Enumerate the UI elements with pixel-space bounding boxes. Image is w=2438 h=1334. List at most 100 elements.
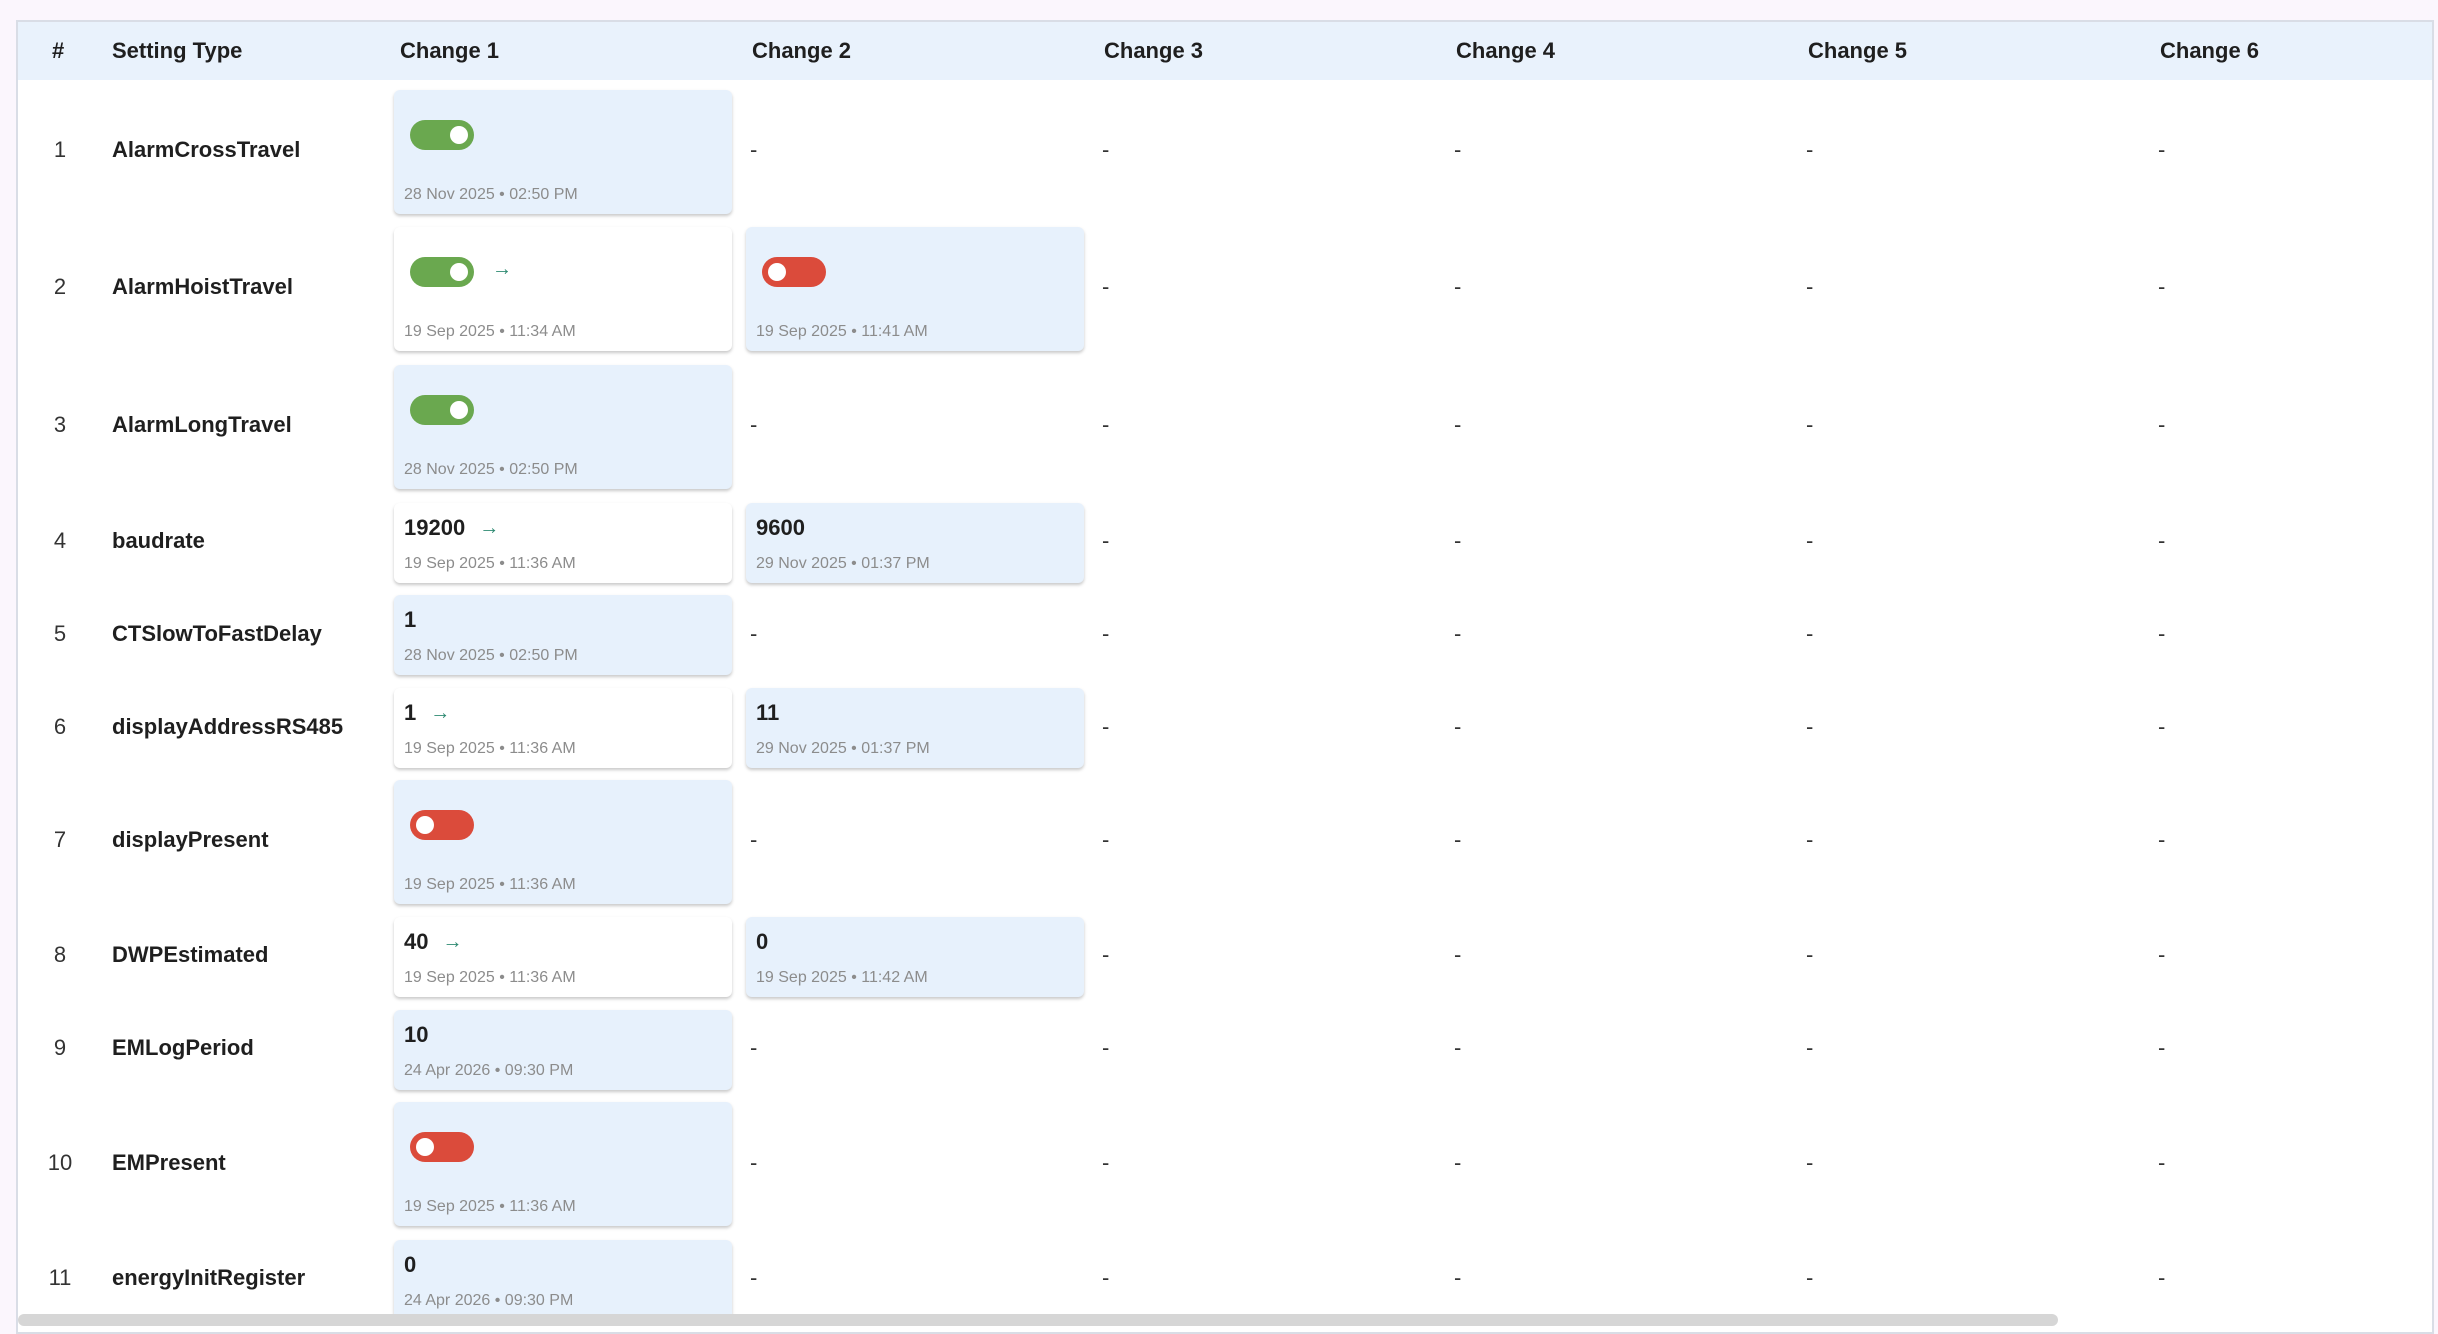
empty-cell: - <box>1454 1150 1462 1175</box>
empty-cell: - <box>1806 621 1814 646</box>
empty-cell: - <box>750 1150 758 1175</box>
header-change-3: Change 3 <box>1104 38 1204 63</box>
empty-cell: - <box>750 621 758 646</box>
empty-cell: - <box>1454 621 1462 646</box>
header-number: # <box>52 38 65 63</box>
toggle-knob <box>450 401 468 419</box>
empty-cell: - <box>1806 1265 1814 1290</box>
change-2-card[interactable]: 19 Sep 2025 • 11:41 AM <box>746 227 1084 351</box>
empty-cell: - <box>1806 137 1814 162</box>
change-timestamp: 28 Nov 2025 • 02:50 PM <box>404 461 578 478</box>
change-2-card[interactable]: 11 29 Nov 2025 • 01:37 PM <box>746 688 1084 768</box>
change-value: 0 <box>756 929 768 955</box>
change-2-card[interactable]: 0 19 Sep 2025 • 11:42 AM <box>746 917 1084 997</box>
change-1-card[interactable]: 28 Nov 2025 • 02:50 PM <box>394 365 732 489</box>
toggle-knob <box>416 816 434 834</box>
change-1-card[interactable]: 19 Sep 2025 • 11:36 AM <box>394 780 732 904</box>
header-change-1: Change 1 <box>400 38 500 63</box>
arrow-right-icon: → <box>442 930 463 953</box>
change-value: 19200 → <box>404 515 499 541</box>
row-number: 1 <box>53 137 67 162</box>
empty-cell: - <box>1806 827 1814 852</box>
change-timestamp: 19 Sep 2025 • 11:42 AM <box>756 969 928 986</box>
row-number: 9 <box>53 1035 67 1060</box>
row-number: 5 <box>53 621 67 646</box>
toggle-knob <box>450 126 468 144</box>
empty-cell: - <box>1102 137 1110 162</box>
setting-type: CTSlowToFastDelay <box>112 621 322 646</box>
change-1-card[interactable]: 19200 → 19 Sep 2025 • 11:36 AM <box>394 503 732 583</box>
change-timestamp: 19 Sep 2025 • 11:36 AM <box>404 740 576 757</box>
setting-type: EMLogPeriod <box>112 1035 254 1060</box>
empty-cell: - <box>2158 528 2166 553</box>
toggle-knob <box>450 263 468 281</box>
empty-cell: - <box>1806 274 1814 299</box>
change-1-card[interactable]: 10 24 Apr 2026 • 09:30 PM <box>394 1010 732 1090</box>
empty-cell: - <box>2158 1035 2166 1060</box>
row-number: 8 <box>53 942 67 967</box>
settings-change-table: # Setting Type Change 1 Change 2 Change … <box>16 20 2434 1334</box>
change-value-text: 40 <box>404 929 429 954</box>
change-timestamp: 19 Sep 2025 • 11:36 AM <box>404 876 576 893</box>
change-value: 1 → <box>404 700 450 726</box>
empty-cell: - <box>1806 412 1814 437</box>
empty-cell: - <box>1454 274 1462 299</box>
row-number: 4 <box>53 528 67 553</box>
change-value-text: 1 <box>404 700 417 725</box>
change-1-card[interactable]: 28 Nov 2025 • 02:50 PM <box>394 90 732 214</box>
setting-type: baudrate <box>112 528 205 553</box>
change-1-card[interactable]: → 19 Sep 2025 • 11:34 AM <box>394 227 732 351</box>
empty-cell: - <box>1454 827 1462 852</box>
toggle-off-icon <box>410 1132 474 1162</box>
empty-cell: - <box>2158 412 2166 437</box>
change-1-card[interactable]: 40 → 19 Sep 2025 • 11:36 AM <box>394 917 732 997</box>
empty-cell: - <box>1454 1265 1462 1290</box>
row-number: 11 <box>48 1265 72 1290</box>
horizontal-scrollbar[interactable] <box>18 1314 2058 1326</box>
empty-cell: - <box>1102 528 1110 553</box>
change-value: 0 <box>404 1252 416 1278</box>
setting-type: energyInitRegister <box>112 1265 306 1290</box>
empty-cell: - <box>2158 714 2166 739</box>
setting-type: displayPresent <box>112 827 269 852</box>
change-timestamp: 19 Sep 2025 • 11:36 AM <box>404 555 576 572</box>
change-timestamp: 24 Apr 2026 • 09:30 PM <box>404 1292 574 1309</box>
toggle-on-icon <box>410 120 474 150</box>
empty-cell: - <box>2158 942 2166 967</box>
toggle-knob <box>416 1138 434 1156</box>
empty-cell: - <box>1454 942 1462 967</box>
toggle-off-icon <box>410 810 474 840</box>
change-timestamp: 19 Sep 2025 • 11:41 AM <box>756 323 928 340</box>
change-1-card[interactable]: 0 24 Apr 2026 • 09:30 PM <box>394 1240 732 1320</box>
change-value-text: 0 <box>756 929 769 954</box>
change-value-text: 19200 <box>404 515 466 540</box>
toggle-off-icon <box>762 257 826 287</box>
empty-cell: - <box>1102 274 1110 299</box>
setting-type: AlarmCrossTravel <box>112 137 301 162</box>
change-timestamp: 24 Apr 2026 • 09:30 PM <box>404 1062 574 1079</box>
change-timestamp: 19 Sep 2025 • 11:36 AM <box>404 1198 576 1215</box>
header-setting-type[interactable]: Setting Type <box>112 22 242 80</box>
change-timestamp: 19 Sep 2025 • 11:34 AM <box>404 323 576 340</box>
empty-cell: - <box>1102 1150 1110 1175</box>
row-number: 2 <box>53 274 67 299</box>
empty-cell: - <box>2158 137 2166 162</box>
toggle-knob <box>768 263 786 281</box>
empty-cell: - <box>1102 942 1110 967</box>
empty-cell: - <box>750 137 758 162</box>
empty-cell: - <box>1102 827 1110 852</box>
row-number: 7 <box>53 827 67 852</box>
empty-cell: - <box>1102 621 1110 646</box>
empty-cell: - <box>1454 1035 1462 1060</box>
arrow-right-icon: → <box>479 516 500 539</box>
change-1-card[interactable]: 1 → 19 Sep 2025 • 11:36 AM <box>394 688 732 768</box>
change-2-card[interactable]: 9600 29 Nov 2025 • 01:37 PM <box>746 503 1084 583</box>
change-1-card[interactable]: 1 28 Nov 2025 • 02:50 PM <box>394 595 732 675</box>
change-value-text: 9600 <box>756 515 805 540</box>
empty-cell: - <box>1454 137 1462 162</box>
setting-type: displayAddressRS485 <box>112 714 344 739</box>
change-timestamp: 28 Nov 2025 • 02:50 PM <box>404 186 578 203</box>
change-1-card[interactable]: 19 Sep 2025 • 11:36 AM <box>394 1102 732 1226</box>
toggle-on-icon <box>410 257 474 287</box>
empty-cell: - <box>2158 1150 2166 1175</box>
